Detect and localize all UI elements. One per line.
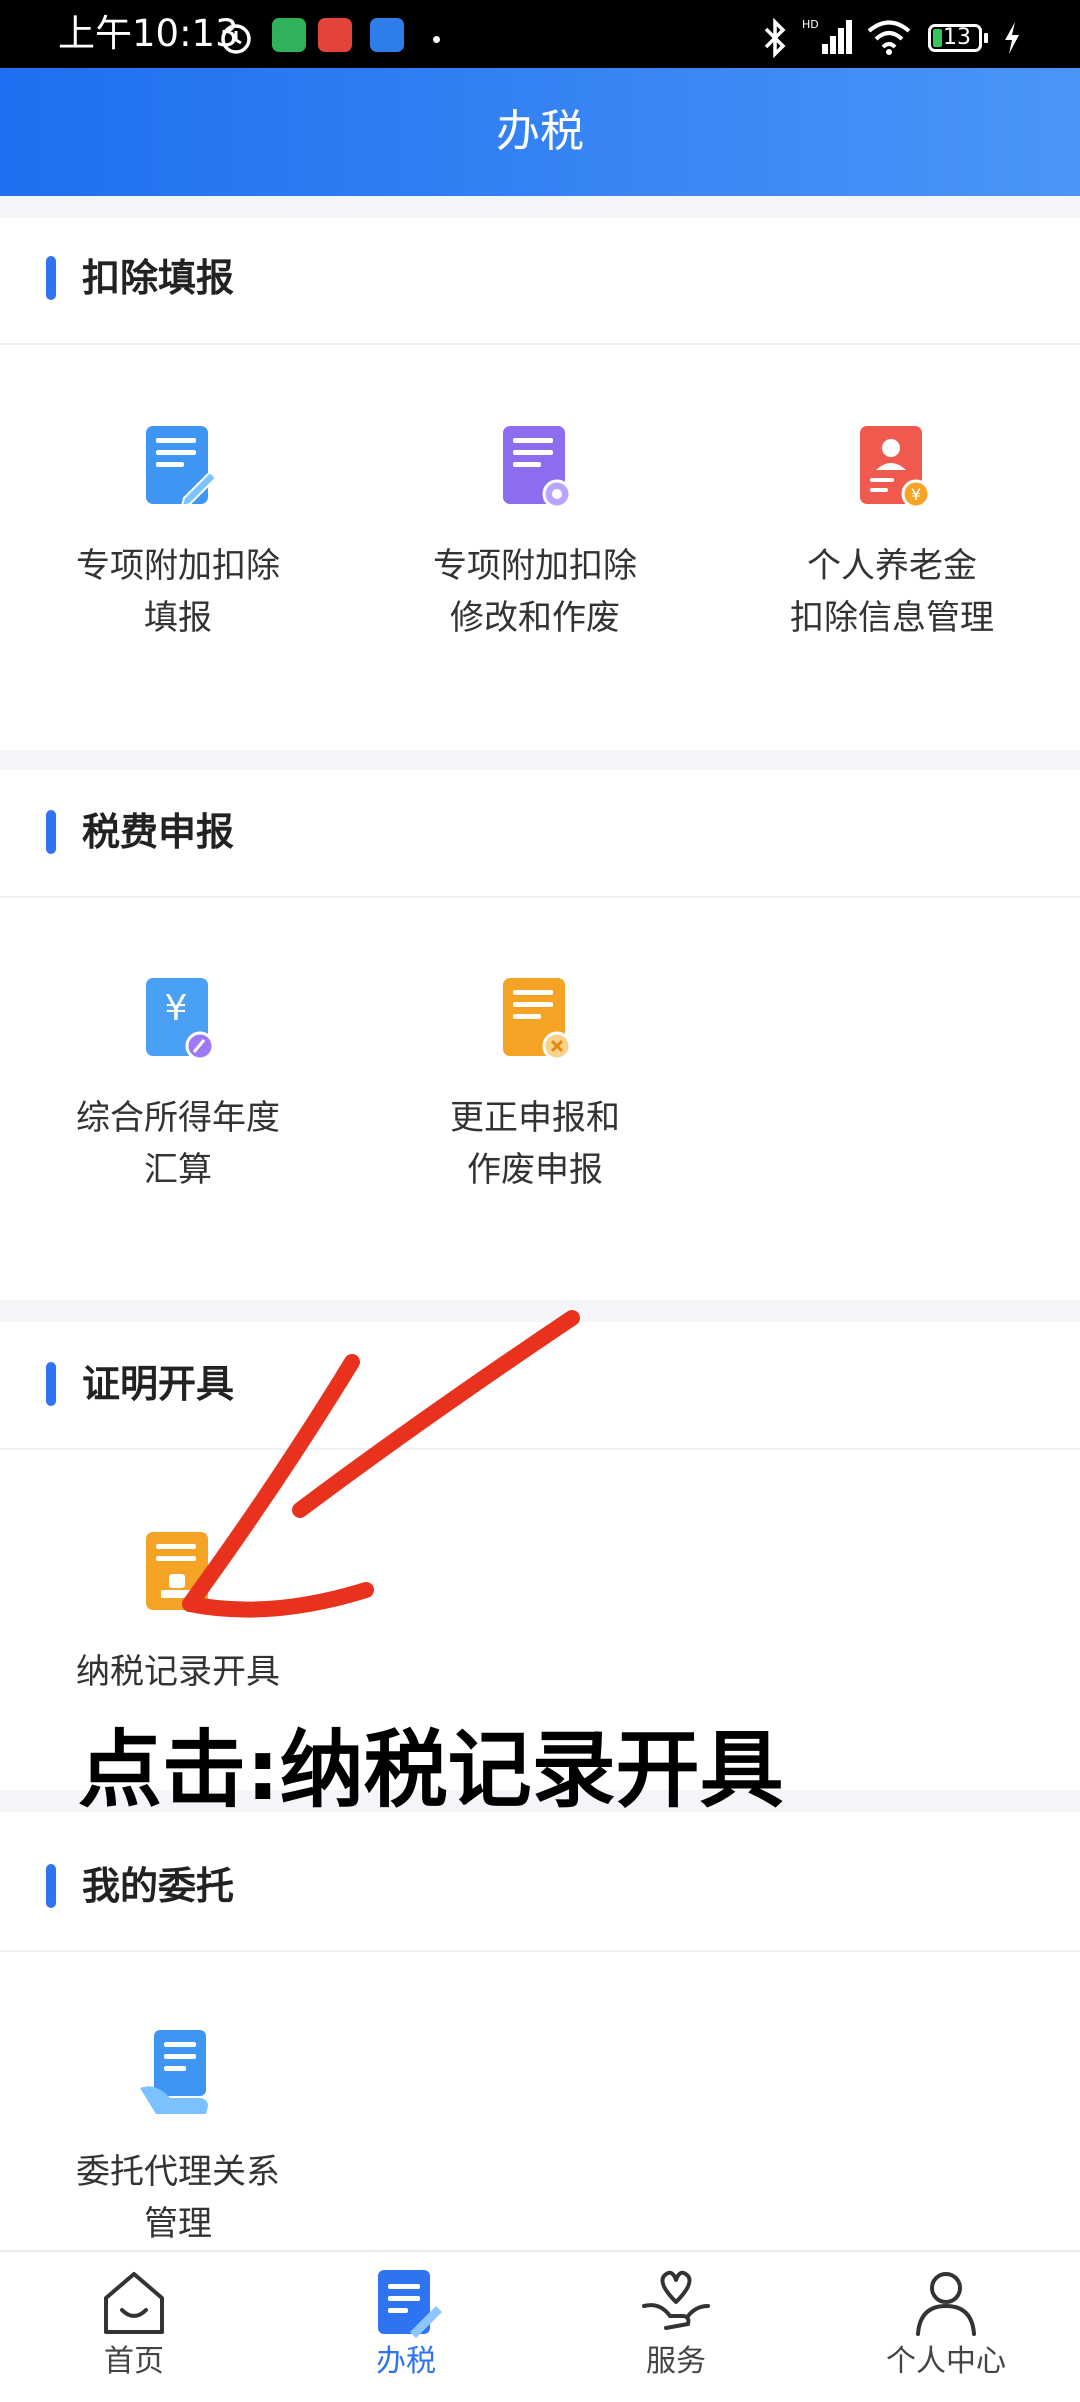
section-title: 我的委托 [82, 1864, 235, 1908]
charging-icon [1005, 22, 1019, 54]
section-divider [0, 343, 1080, 345]
status-time: 上午10:13 [58, 12, 239, 55]
alarm-icon [221, 24, 251, 54]
svg-text:HD: HD [802, 18, 819, 31]
bluetooth-icon [764, 18, 786, 58]
tab-label: 办税 [376, 2344, 436, 2379]
svg-text:¥: ¥ [165, 988, 188, 1029]
app-notification-icon [318, 18, 352, 52]
item-label: 专项附加扣除 修改和作废 [433, 546, 637, 638]
section-marker [46, 256, 56, 300]
signal-icon: HD [802, 18, 852, 54]
pension-card-icon: ¥ [860, 426, 931, 509]
tab-label: 首页 [104, 2344, 164, 2379]
item-pension-deduction[interactable]: ¥ 个人养老金 扣除信息管理 [722, 420, 1062, 650]
wifi-icon [867, 20, 911, 55]
item-correct-cancel-filing[interactable]: 更正申报和 作废申报 [365, 972, 705, 1202]
item-label: 委托代理关系 管理 [76, 2152, 280, 2244]
app-notification-icon [272, 18, 306, 52]
document-settings-icon [503, 426, 572, 509]
section-divider [0, 896, 1080, 898]
svg-text:¥: ¥ [911, 485, 921, 504]
item-annual-settlement[interactable]: ¥ 综合所得年度 汇算 [8, 972, 348, 1202]
item-special-deduction-modify[interactable]: 专项附加扣除 修改和作废 [365, 420, 705, 650]
annotation-arrow [182, 1310, 580, 1618]
delegation-icon [140, 2030, 208, 2114]
section-marker [46, 810, 56, 854]
item-label: 更正申报和 作废申报 [450, 1098, 620, 1190]
tab-label: 个人中心 [886, 2344, 1006, 2379]
section-title: 税费申报 [82, 810, 235, 854]
tax-icon [378, 2270, 442, 2338]
tab-tax[interactable]: 办税 [316, 2262, 496, 2392]
battery-icon: 13 [928, 24, 982, 52]
item-special-deduction-fill[interactable]: 专项附加扣除 填报 [8, 420, 348, 650]
item-label: 专项附加扣除 填报 [76, 546, 280, 638]
yuan-document-icon: ¥ [146, 978, 215, 1061]
annotation-text: 点击:纳税记录开具 [78, 1721, 784, 1819]
home-icon [104, 2272, 164, 2334]
section-title: 扣除填报 [82, 256, 235, 300]
tab-home[interactable]: 首页 [44, 2262, 224, 2392]
section-divider [0, 1950, 1080, 1952]
section-marker [46, 1864, 56, 1908]
document-cancel-icon [503, 978, 572, 1061]
document-edit-icon [146, 426, 218, 508]
profile-icon [916, 2272, 976, 2336]
battery-level: 13 [943, 25, 971, 50]
tab-label: 服务 [646, 2344, 706, 2379]
more-notifications-dot [433, 36, 440, 43]
battery-cap [984, 33, 988, 43]
service-icon [642, 2270, 710, 2330]
page-title: 办税 [496, 106, 584, 157]
item-delegation-management[interactable]: 委托代理关系 管理 [8, 2026, 348, 2246]
tab-profile[interactable]: 个人中心 [856, 2262, 1036, 2392]
item-label: 个人养老金 扣除信息管理 [790, 546, 994, 638]
tab-service[interactable]: 服务 [586, 2262, 766, 2392]
item-label: 纳税记录开具 [76, 1652, 280, 1692]
item-label: 综合所得年度 汇算 [76, 1098, 280, 1190]
app-notification-icon [370, 18, 404, 52]
